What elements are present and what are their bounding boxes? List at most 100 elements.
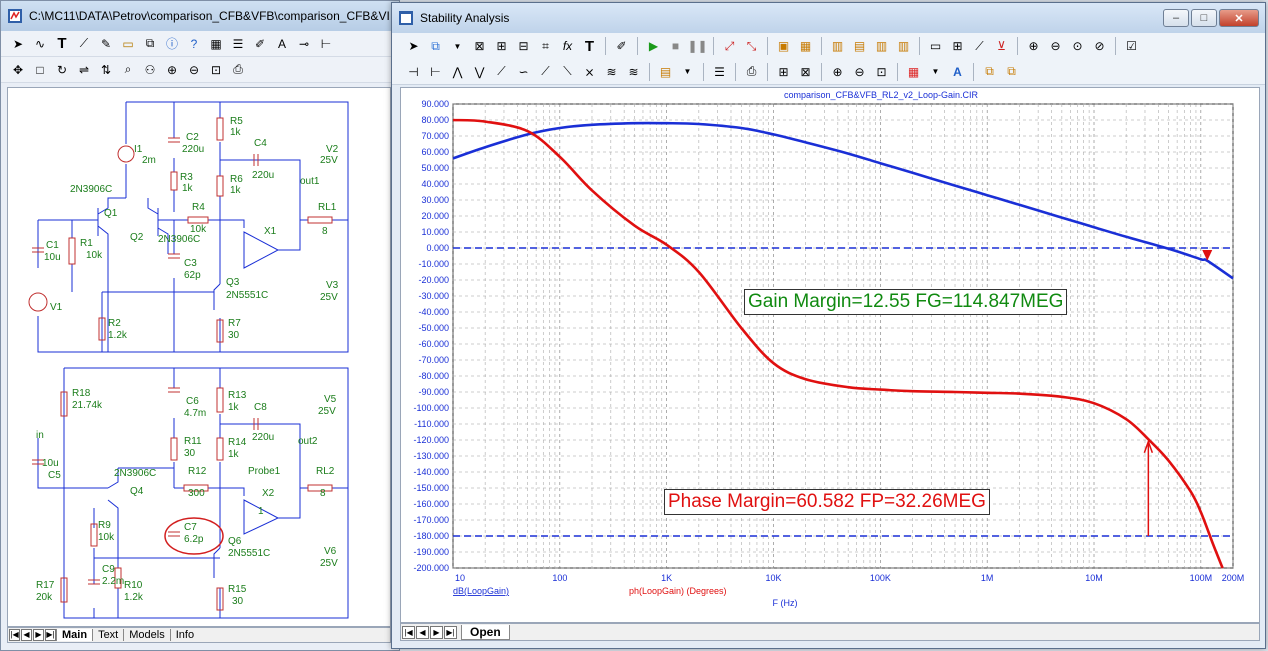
gain-margin-annotation[interactable]: Gain Margin=12.55 FG=114.847MEG (744, 289, 1068, 315)
layout3-icon[interactable]: ▥ (872, 37, 891, 56)
text-size-icon[interactable]: A (273, 35, 291, 53)
line-tool-icon[interactable]: ⟋ (75, 35, 93, 53)
next-page-button[interactable]: ▶ (33, 629, 44, 641)
wave2-icon[interactable]: ≋ (624, 62, 643, 81)
layout1-icon[interactable]: ▥ (828, 37, 847, 56)
stability-analysis-window[interactable]: Stability Analysis – □ ✕ ➤ ⧉ ▼ ⊠ ⊞ ⊟ ⌗ f… (391, 2, 1266, 649)
zoom-in-icon[interactable]: ⊕ (828, 62, 847, 81)
component-icon[interactable]: ⧉ (141, 35, 159, 53)
chart-icon[interactable]: ⟋ (970, 37, 989, 56)
last-page-button[interactable]: ▶| (444, 625, 457, 639)
cursor2-icon[interactable]: ⤡ (742, 37, 761, 56)
rotate-icon[interactable]: ↻ (53, 61, 71, 79)
select-arrow-icon[interactable]: ➤ (9, 35, 27, 53)
dropdown-icon[interactable]: ▼ (926, 62, 945, 81)
layout2-icon[interactable]: ▤ (850, 37, 869, 56)
prev-page-button[interactable]: ◀ (416, 625, 429, 639)
graph-icon[interactable]: ⌗ (536, 37, 555, 56)
table-icon[interactable]: ☰ (710, 62, 729, 81)
close-button[interactable]: ✕ (1219, 9, 1259, 27)
formula-icon[interactable]: fx (558, 37, 577, 56)
valley-icon[interactable]: ⊢ (426, 62, 445, 81)
binoculars-icon[interactable]: ⚇ (141, 61, 159, 79)
prev-page-button[interactable]: ◀ (21, 629, 32, 641)
cursor-icon[interactable]: ⤢ (720, 37, 739, 56)
wire-icon[interactable]: ∿ (31, 35, 49, 53)
grid-icon[interactable]: ▦ (207, 35, 225, 53)
scale-x-icon[interactable]: ⊞ (492, 37, 511, 56)
peak-icon[interactable]: ⊣ (404, 62, 423, 81)
high-icon[interactable]: ⋀ (448, 62, 467, 81)
inflection-icon[interactable]: ∽ (514, 62, 533, 81)
mirror-icon[interactable]: ⇌ (75, 61, 93, 79)
list-icon[interactable]: ☰ (229, 35, 247, 53)
zoom-out-icon[interactable]: ⊖ (850, 62, 869, 81)
paste-icon[interactable]: ⧉ (1002, 62, 1021, 81)
tab-main[interactable]: Main (56, 629, 93, 641)
find-icon[interactable]: ⌕ (119, 61, 137, 79)
scale-y-icon[interactable]: ⊟ (514, 37, 533, 56)
print-icon[interactable]: ⎙ (742, 62, 761, 81)
stop-icon[interactable]: ■ (666, 37, 685, 56)
first-page-button[interactable]: |◀ (9, 629, 20, 641)
pause-icon[interactable]: ❚❚ (687, 37, 707, 56)
tab-info[interactable]: Info (169, 629, 199, 641)
tab-models[interactable]: Models (123, 629, 169, 641)
slope-icon[interactable]: ⟋ (492, 62, 511, 81)
cross-icon[interactable]: ⨯ (580, 62, 599, 81)
dropdown-icon[interactable]: ▼ (678, 62, 697, 81)
marker-icon[interactable]: ⊻ (992, 37, 1011, 56)
copy-icon[interactable]: ⧉ (980, 62, 999, 81)
zoom-reset-icon[interactable]: ⊘ (1090, 37, 1109, 56)
zoom-fit-icon[interactable]: ⊙ (1068, 37, 1087, 56)
zoom-out-icon[interactable]: ⊖ (1046, 37, 1065, 56)
move-icon[interactable]: ✥ (9, 61, 27, 79)
help-icon[interactable]: ? (185, 35, 203, 53)
tab-open[interactable]: Open (461, 624, 510, 640)
window2-icon[interactable]: ⊞ (948, 37, 967, 56)
stability-window-titlebar[interactable]: Stability Analysis – □ ✕ (392, 3, 1265, 33)
fit-icon[interactable]: ⊞ (774, 62, 793, 81)
font-icon[interactable]: A (948, 62, 967, 81)
pin-icon[interactable]: ⊢ (317, 35, 335, 53)
scale-icon[interactable]: ⊠ (470, 37, 489, 56)
schematic-canvas[interactable]: I1 2m C2 220u R5 1k C4 220u V2 25V R3 1k R6 1k out1 2N3… (7, 87, 391, 627)
box-icon[interactable]: □ (31, 61, 49, 79)
zoom-window-icon[interactable]: ⊡ (872, 62, 891, 81)
label-icon[interactable]: ▤ (656, 62, 675, 81)
select-arrow-icon[interactable]: ➤ (404, 37, 423, 56)
zoom-out-icon[interactable]: ⊖ (185, 61, 203, 79)
text-tool-icon[interactable]: T (53, 35, 71, 53)
grid-icon[interactable]: ▦ (796, 37, 815, 56)
zoom-in-icon[interactable]: ⊕ (163, 61, 181, 79)
node-icon[interactable]: ⊸ (295, 35, 313, 53)
run-icon[interactable]: ▶ (644, 37, 663, 56)
schematic-window-titlebar[interactable]: C:\MC11\DATA\Petrov\comparison_CFB&VFB\c… (1, 1, 399, 31)
maximize-button[interactable]: □ (1191, 9, 1217, 27)
minimize-button[interactable]: – (1163, 9, 1189, 27)
wave-icon[interactable]: ≋ (602, 62, 621, 81)
zoom-in-icon[interactable]: ⊕ (1024, 37, 1043, 56)
dropdown-icon[interactable]: ▼ (448, 37, 467, 56)
expand-icon[interactable]: ⊠ (796, 62, 815, 81)
info-icon[interactable]: ⓘ (163, 35, 181, 53)
low-icon[interactable]: ⋁ (470, 62, 489, 81)
layout4-icon[interactable]: ▥ (894, 37, 913, 56)
last-page-button[interactable]: ▶| (45, 629, 56, 641)
text-tool-icon[interactable]: T (580, 37, 599, 56)
schematic-window[interactable]: C:\MC11\DATA\Petrov\comparison_CFB&VFB\c… (0, 0, 400, 651)
plot-area[interactable]: 90.000 80.000 70.000 60.000 50.000 40.000 30.0… (400, 87, 1260, 623)
first-page-button[interactable]: |◀ (402, 625, 415, 639)
zoom-fit-icon[interactable]: ⊡ (207, 61, 225, 79)
settings-icon[interactable]: ☑ (1122, 37, 1141, 56)
color-palette-icon[interactable]: ▦ (904, 62, 923, 81)
rise-icon[interactable]: ⟋ (536, 62, 555, 81)
next-page-button[interactable]: ▶ (430, 625, 443, 639)
bus-icon[interactable]: ▭ (119, 35, 137, 53)
flip-icon[interactable]: ⇅ (97, 61, 115, 79)
move-icon[interactable]: ⧉ (426, 37, 445, 56)
phase-margin-annotation[interactable]: Phase Margin=60.582 FP=32.26MEG (664, 489, 990, 515)
print-icon[interactable]: ⎙ (229, 61, 247, 79)
window-icon[interactable]: ▭ (926, 37, 945, 56)
pen-icon[interactable]: ✎ (97, 35, 115, 53)
